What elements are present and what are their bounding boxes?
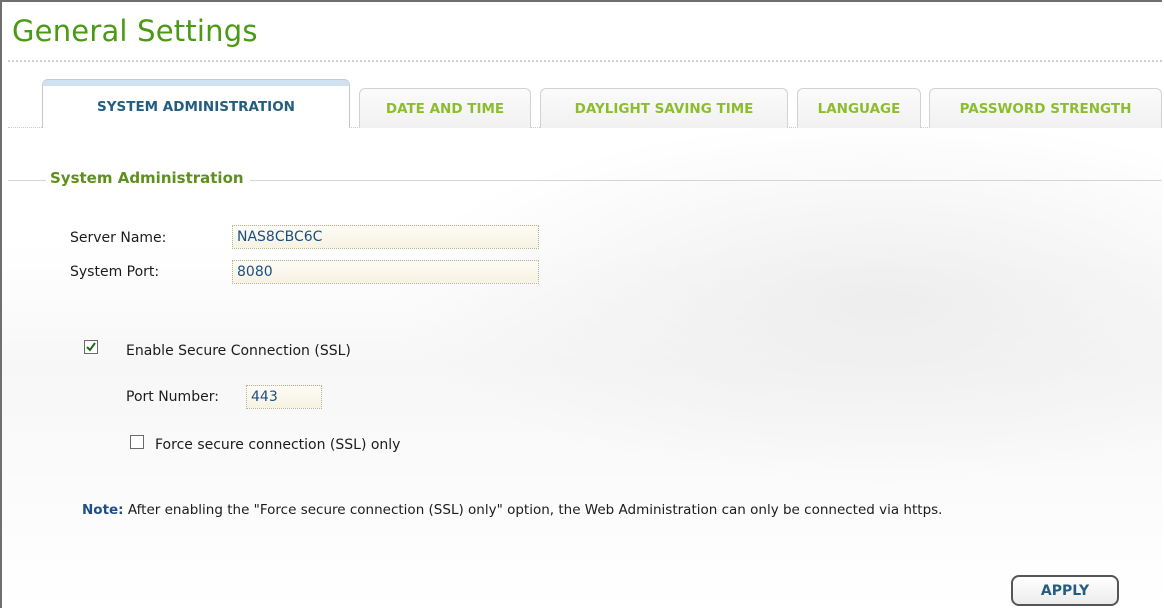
force-ssl-checkbox[interactable] — [130, 435, 144, 449]
page-title: General Settings — [12, 14, 258, 48]
enable-ssl-label: Enable Secure Connection (SSL) — [126, 343, 351, 359]
server-name-label: Server Name: — [70, 230, 167, 246]
tab-system-administration[interactable]: SYSTEM ADMINISTRATION — [42, 80, 350, 128]
server-name-input[interactable] — [232, 225, 539, 249]
system-port-input[interactable] — [232, 260, 539, 284]
tab-daylight-saving-time[interactable]: DAYLIGHT SAVING TIME — [540, 88, 788, 128]
section-title: System Administration — [46, 169, 250, 187]
port-number-input[interactable] — [246, 385, 322, 409]
title-divider — [8, 60, 1162, 62]
tab-date-and-time[interactable]: DATE AND TIME — [359, 88, 531, 128]
tab-password-strength[interactable]: PASSWORD STRENGTH — [929, 88, 1162, 128]
port-number-label: Port Number: — [126, 389, 219, 405]
note-body: After enabling the "Force secure connect… — [127, 502, 943, 518]
settings-panel: General Settings SYSTEM ADMINISTRATION D… — [0, 0, 1162, 608]
system-port-label: System Port: — [70, 264, 160, 280]
enable-ssl-checkbox[interactable] — [84, 340, 98, 354]
checkmark-icon — [86, 342, 96, 352]
tab-language[interactable]: LANGUAGE — [797, 88, 921, 128]
note-text: Note: After enabling the "Force secure c… — [82, 502, 942, 518]
force-ssl-label: Force secure connection (SSL) only — [155, 437, 401, 453]
apply-button[interactable]: APPLY — [1011, 575, 1119, 606]
note-label: Note: — [82, 502, 124, 518]
